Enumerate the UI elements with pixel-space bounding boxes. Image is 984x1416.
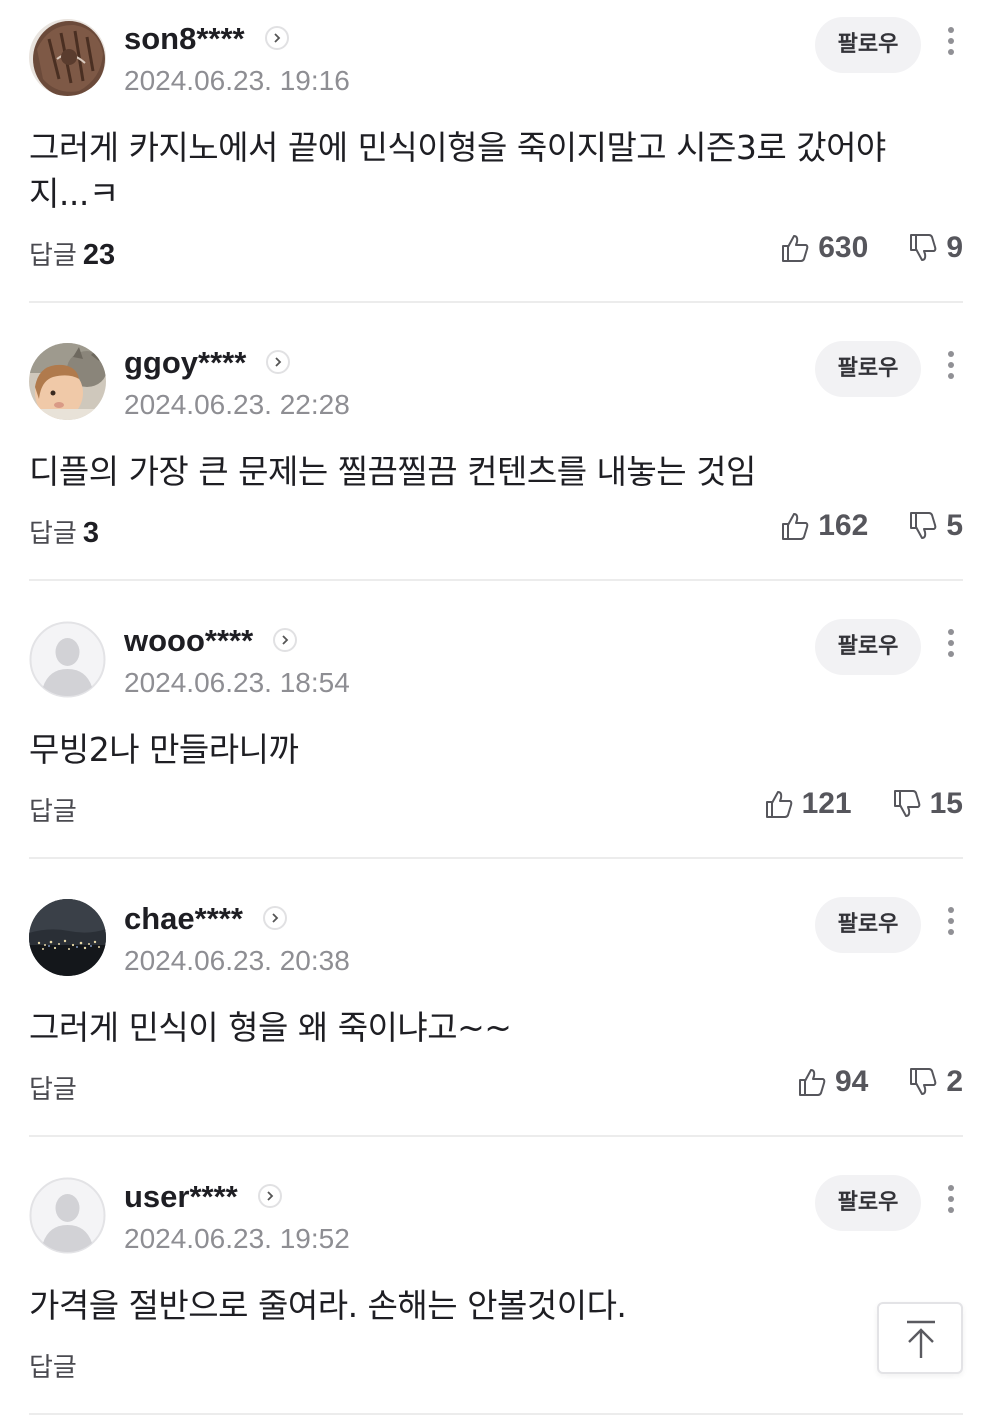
dislike-count: 15 (929, 787, 963, 820)
like-count: 94 (834, 1065, 869, 1098)
baseball-glove-avatar-image (29, 19, 106, 96)
thumbs-up-icon (798, 1069, 826, 1096)
nickname[interactable]: chae**** (124, 901, 287, 937)
more-options-icon[interactable] (939, 351, 963, 387)
avatar[interactable] (29, 899, 106, 976)
follow-button[interactable]: 팔로우 (815, 1175, 921, 1231)
reply-label: 답글 (29, 519, 77, 549)
default-person-avatar-image (29, 621, 106, 698)
reply-label: 답글 (29, 241, 77, 271)
child-with-cat-avatar-image (29, 343, 106, 420)
reply-button[interactable]: 답글 3 (29, 513, 99, 550)
comment-footer: 답글 121 15 (29, 773, 963, 857)
more-options-icon[interactable] (939, 1185, 963, 1221)
default-person-avatar-image (29, 1177, 106, 1254)
comment-date: 2024.06.23. 19:52 (124, 1223, 350, 1254)
night-city-avatar-image (29, 899, 106, 976)
thumbs-down-icon (910, 512, 937, 539)
thumbs-down-icon (910, 1068, 937, 1095)
comment-footer: 답글 23 630 9 (29, 217, 963, 301)
vote-group: 94 2 (797, 1065, 963, 1099)
reply-count: 23 (82, 239, 116, 271)
nickname[interactable]: user**** (124, 1179, 282, 1215)
reply-button[interactable]: 답글 (29, 1347, 83, 1384)
thumbs-down-icon (910, 234, 937, 261)
dislike-button[interactable]: 2 (908, 1065, 963, 1099)
reply-button[interactable]: 답글 (29, 791, 83, 828)
comment-footer: 답글 (29, 1329, 963, 1413)
nickname[interactable]: son8**** (124, 21, 289, 57)
comment-header: wooo**** 2024.06.23. 18:54 팔로우 (29, 619, 963, 701)
reply-label: 답글 (29, 1353, 77, 1383)
dislike-button[interactable]: 9 (908, 231, 963, 265)
dislike-button[interactable]: 15 (892, 787, 963, 821)
chevron-right-icon[interactable] (264, 25, 289, 50)
vote-group: 121 15 (764, 787, 963, 821)
comment-text: 그러게 카지노에서 끝에 민식이형을 죽이지말고 시즌3로 갔어야지...ㅋ (29, 128, 886, 213)
like-button[interactable]: 162 (780, 509, 868, 543)
like-button[interactable]: 121 (764, 787, 852, 821)
comment-list: son8**** 2024.06.23. 19:16 팔로우 그러게 카지노에서… (0, 0, 984, 1416)
comment-header: user**** 2024.06.23. 19:52 팔로우 (29, 1175, 963, 1257)
comment-date: 2024.06.23. 22:28 (124, 389, 350, 420)
thumbs-down-icon (893, 790, 920, 817)
thumbs-up-icon (782, 235, 809, 262)
reply-label: 답글 (29, 797, 77, 827)
comment-item: chae**** 2024.06.23. 20:38 팔로우 그러게 민식이 형… (29, 859, 963, 1137)
follow-button[interactable]: 팔로우 (815, 341, 921, 397)
follow-button[interactable]: 팔로우 (815, 619, 921, 675)
reply-count: 3 (82, 517, 99, 549)
comment-item: wooo**** 2024.06.23. 18:54 팔로우 무빙2나 만들라니… (29, 581, 963, 859)
chevron-right-icon[interactable] (257, 1183, 282, 1208)
comment-header: son8**** 2024.06.23. 19:16 팔로우 (29, 17, 963, 99)
thumbs-up-icon (765, 791, 792, 818)
like-button[interactable]: 630 (780, 231, 868, 265)
avatar[interactable] (29, 621, 106, 698)
avatar[interactable] (29, 1177, 106, 1254)
vote-group: 630 9 (780, 231, 963, 265)
like-button[interactable]: 94 (797, 1065, 868, 1099)
avatar[interactable] (29, 19, 106, 96)
dislike-count: 5 (946, 509, 963, 542)
comment-header: chae**** 2024.06.23. 20:38 팔로우 (29, 897, 963, 979)
nickname[interactable]: wooo**** (124, 623, 298, 659)
comment-text: 무빙2나 만들라니까 (29, 730, 299, 769)
comment-text: 가격을 절반으로 줄여라. 손해는 안볼것이다. (29, 1286, 627, 1325)
comment-item: user**** 2024.06.23. 19:52 팔로우 가격을 절반으로 … (29, 1137, 963, 1415)
more-options-icon[interactable] (939, 629, 963, 665)
comment-item: son8**** 2024.06.23. 19:16 팔로우 그러게 카지노에서… (29, 0, 963, 303)
comment-date: 2024.06.23. 19:16 (124, 65, 350, 96)
follow-button[interactable]: 팔로우 (815, 17, 921, 73)
avatar[interactable] (29, 343, 106, 420)
like-count: 121 (801, 787, 852, 820)
arrow-up-icon (907, 1320, 935, 1358)
chevron-right-icon[interactable] (273, 627, 298, 652)
reply-button[interactable]: 답글 23 (29, 235, 115, 272)
dislike-count: 2 (946, 1065, 963, 1098)
like-count: 630 (818, 231, 869, 264)
comment-text: 그러게 민식이 형을 왜 죽이냐고~~ (29, 1008, 512, 1047)
comment-footer: 답글 3 162 5 (29, 495, 963, 579)
dislike-count: 9 (946, 231, 963, 264)
reply-button[interactable]: 답글 (29, 1069, 83, 1106)
chevron-right-icon[interactable] (266, 349, 291, 374)
reply-label: 답글 (29, 1075, 77, 1105)
comment-footer: 답글 94 2 (29, 1051, 963, 1135)
comment-header: ggoy**** 2024.06.23. 22:28 팔로우 (29, 341, 963, 423)
more-options-icon[interactable] (939, 907, 963, 943)
nickname[interactable]: ggoy**** (124, 345, 291, 381)
vote-group: 162 5 (780, 509, 963, 543)
comment-text: 디플의 가장 큰 문제는 찔끔찔끔 컨텐츠를 내놓는 것임 (29, 452, 756, 491)
comment-item: ggoy**** 2024.06.23. 22:28 팔로우 디플의 가장 큰 … (29, 303, 963, 581)
comment-date: 2024.06.23. 20:38 (124, 945, 350, 976)
thumbs-up-icon (782, 513, 809, 540)
follow-button[interactable]: 팔로우 (815, 897, 921, 953)
chevron-right-icon[interactable] (262, 905, 287, 930)
more-options-icon[interactable] (939, 27, 963, 63)
like-count: 162 (818, 509, 869, 542)
scroll-to-top-button[interactable] (877, 1302, 963, 1374)
dislike-button[interactable]: 5 (908, 509, 963, 543)
comment-date: 2024.06.23. 18:54 (124, 667, 350, 698)
